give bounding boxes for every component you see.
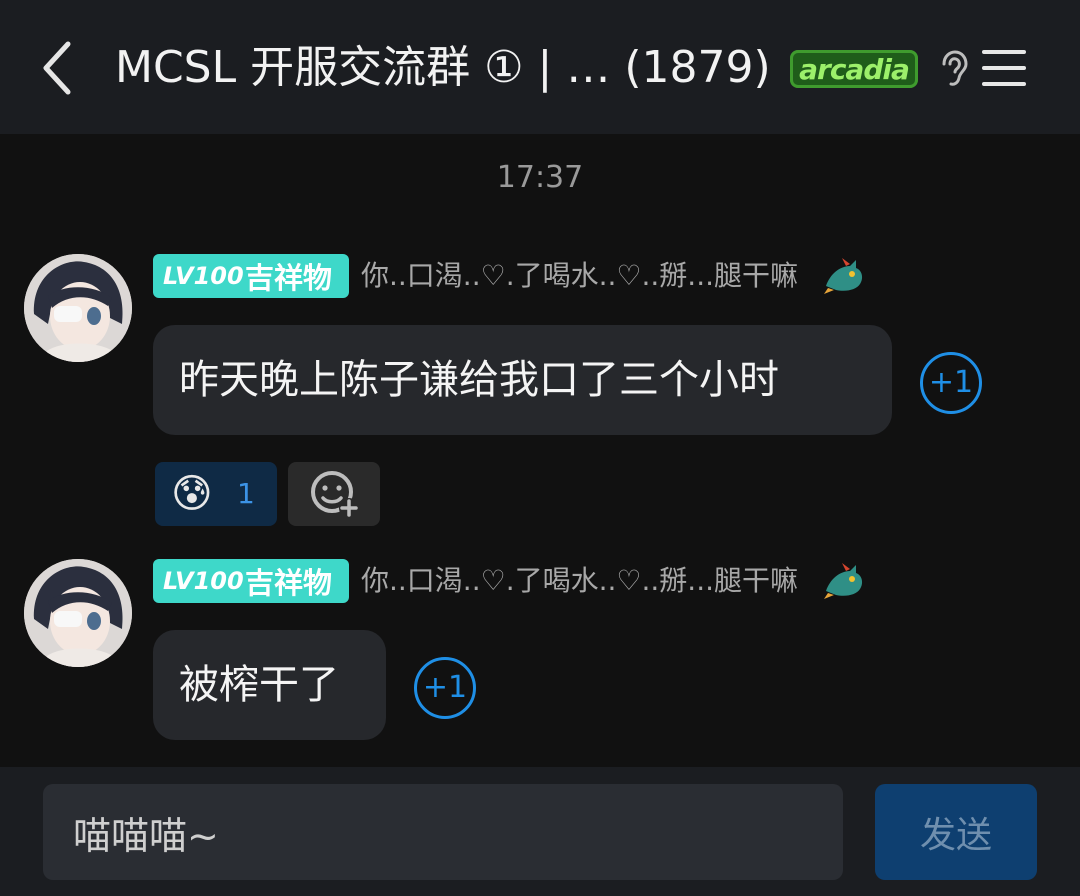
dragon-icon: [824, 563, 863, 599]
hamburger-menu-icon: [982, 50, 1026, 86]
menu-button[interactable]: [980, 46, 1028, 90]
chat-header: MCSL 开服交流群 ① | … (1879) arcadia: [0, 0, 1080, 134]
reaction-chip[interactable]: 😰 1: [155, 462, 277, 526]
arcadia-badge: arcadia: [790, 50, 918, 88]
ear-icon[interactable]: [932, 48, 972, 88]
sender-name[interactable]: 你..口渴..♡.了喝水..♡..掰...腿干嘛: [361, 559, 798, 603]
back-button[interactable]: [34, 38, 86, 98]
add-reaction-button[interactable]: [288, 462, 380, 526]
avatar[interactable]: [24, 559, 132, 667]
chevron-left-icon: [43, 41, 71, 95]
level-text: LV100: [163, 567, 244, 595]
level-badge: LV100 吉祥物: [153, 559, 349, 603]
level-text: LV100: [163, 262, 244, 290]
level-badge: LV100 吉祥物: [153, 254, 349, 298]
reaction-count: 1: [237, 477, 255, 510]
sender-name[interactable]: 你..口渴..♡.了喝水..♡..掰...腿干嘛: [361, 254, 798, 298]
message-input[interactable]: [43, 784, 843, 880]
message-bubble[interactable]: 被榨干了: [153, 630, 386, 740]
anxious-face-icon: 😰: [171, 471, 213, 517]
message-bubble[interactable]: 昨天晚上陈子谦给我口了三个小时: [153, 325, 892, 435]
add-emoji-icon: [311, 471, 359, 518]
plus-one-button[interactable]: +1: [414, 657, 476, 719]
plus-one-button[interactable]: +1: [920, 352, 982, 414]
group-title[interactable]: MCSL 开服交流群 ① | … (1879): [115, 36, 771, 100]
avatar-image: [24, 254, 132, 362]
message-timestamp: 17:37: [496, 160, 584, 195]
dragon-icon: [824, 258, 863, 294]
role-title: 吉祥物: [245, 566, 333, 600]
send-button[interactable]: 发送: [875, 784, 1037, 880]
avatar[interactable]: [24, 254, 132, 362]
role-title: 吉祥物: [245, 261, 333, 295]
avatar-image: [24, 559, 132, 667]
